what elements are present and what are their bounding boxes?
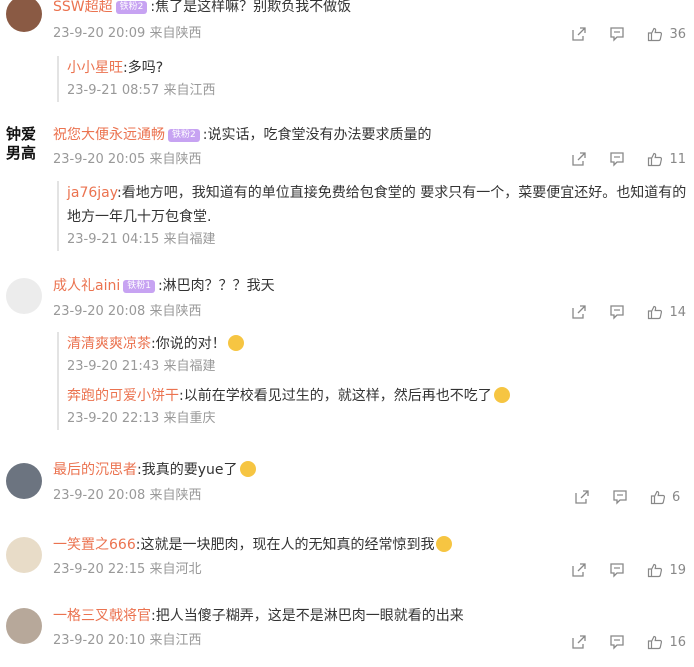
avatar[interactable] [6, 0, 42, 32]
commenter-name[interactable]: 最后的沉思者 [53, 462, 137, 478]
share-icon[interactable] [571, 562, 587, 578]
comment-icon[interactable] [609, 26, 625, 42]
reply-text: :以前在学校看见过生的，就这样，然后再也不吃了 [179, 388, 492, 404]
like-count: 14 [669, 304, 686, 320]
comment-actions: 36 [549, 24, 686, 44]
reply-list: 清清爽爽凉茶:你说的对！ 23-9-20 21:43 来自福建 奔跑的可爱小饼干… [57, 332, 687, 430]
comment-text: :焦了是这样嘛？别欺负我不做饭 [150, 0, 352, 15]
crying-laughing-emoji-icon [493, 387, 510, 403]
commenter-name[interactable]: 一笑置之666 [53, 537, 136, 553]
comment-icon[interactable] [609, 562, 625, 578]
comment-text: :这就是一块肥肉，现在人的无知真的经常惊到我 [135, 537, 435, 553]
comment-actions: 11 [549, 149, 686, 169]
thumb-up-icon[interactable] [647, 634, 663, 650]
thumb-up-icon[interactable] [650, 489, 666, 505]
reply-text: :多吗? [123, 60, 164, 76]
comment-meta: 23-9-20 20:10 来自江西 [53, 633, 202, 648]
reply-item: 小小星旺:多吗? 23-9-21 08:57 来自江西 [67, 56, 687, 102]
fan-badge: 铁粉2 [115, 1, 148, 14]
reply-author[interactable]: 清清爽爽凉茶 [67, 336, 151, 352]
comment-actions: 14 [549, 302, 686, 322]
avatar[interactable] [6, 278, 42, 314]
reply-item: ja76jay:看地方吧，我知道有的单位直接免费给包食堂的 要求只有一个，菜要便… [67, 181, 687, 251]
like-count: 6 [672, 489, 681, 505]
avatar[interactable] [6, 463, 42, 499]
comment-text: :说实话，吃食堂没有办法要求质量的 [202, 127, 432, 143]
comment-actions: 6 [552, 487, 686, 507]
comment-icon[interactable] [609, 634, 625, 650]
reply-item: 奔跑的可爱小饼干:以前在学校看见过生的，就这样，然后再也不吃了 23-9-20 … [67, 384, 687, 430]
thumb-up-icon[interactable] [647, 151, 663, 167]
reply-meta: 23-9-20 21:43 来自福建 [67, 359, 216, 374]
reply-meta: 23-9-20 22:13 来自重庆 [67, 411, 216, 426]
comment-text: :淋巴肉？？？我天 [157, 278, 275, 294]
commenter-name[interactable]: 一格三叉戟将官 [53, 608, 151, 624]
comment-meta: 23-9-20 22:15 来自河北 [53, 562, 202, 577]
reply-author[interactable]: 奔跑的可爱小饼干 [67, 388, 179, 404]
comment-meta: 23-9-20 20:09 来自陕西 [53, 26, 202, 41]
avatar[interactable] [6, 537, 42, 573]
like-count: 16 [669, 634, 686, 650]
fan-badge: 铁粉1 [123, 280, 155, 293]
thumbs-up-emoji-icon [227, 335, 244, 351]
avatar[interactable] [6, 608, 42, 644]
comment-icon[interactable] [609, 151, 625, 167]
share-icon[interactable] [571, 26, 587, 42]
like-count: 19 [669, 562, 686, 578]
like-count: 11 [669, 151, 686, 167]
comment-actions: 19 [549, 560, 686, 580]
thumb-up-icon[interactable] [647, 562, 663, 578]
comment-text: :我真的要yue了 [137, 462, 238, 478]
reply-list: ja76jay:看地方吧，我知道有的单位直接免费给包食堂的 要求只有一个，菜要便… [57, 181, 687, 251]
comment-text: :把人当傻子糊弄，这是不是淋巴肉一眼就看的出来 [151, 608, 464, 624]
reply-author[interactable]: ja76jay [67, 185, 117, 201]
reply-author[interactable]: 小小星旺 [67, 60, 123, 76]
commenter-name[interactable]: SSW超超 [53, 0, 113, 15]
reply-item: 清清爽爽凉茶:你说的对！ 23-9-20 21:43 来自福建 [67, 332, 687, 378]
crying-emoji-icon [239, 461, 256, 477]
thumb-up-icon[interactable] [647, 26, 663, 42]
thumb-up-icon[interactable] [647, 304, 663, 320]
comment-icon[interactable] [612, 489, 628, 505]
share-icon[interactable] [571, 304, 587, 320]
fan-badge: 铁粉2 [168, 129, 200, 142]
reply-meta: 23-9-21 04:15 来自福建 [67, 232, 216, 247]
reply-text: :看地方吧，我知道有的单位直接免费给包食堂的 要求只有一个，菜要便宜还好。也知道… [67, 185, 687, 225]
comment-actions: 16 [549, 632, 686, 652]
share-icon[interactable] [571, 151, 587, 167]
comment-meta: 23-9-20 20:08 来自陕西 [53, 304, 202, 319]
like-count: 36 [669, 26, 686, 42]
thumbs-up-emoji-icon [436, 536, 453, 552]
avatar[interactable]: 钟爱男高 [6, 125, 46, 165]
comment-meta: 23-9-20 20:05 来自陕西 [53, 152, 202, 167]
reply-list: 小小星旺:多吗? 23-9-21 08:57 来自江西 [57, 56, 687, 102]
share-icon[interactable] [574, 489, 590, 505]
comment-meta: 23-9-20 20:08 来自陕西 [53, 488, 202, 503]
commenter-name[interactable]: 成人礼aini [53, 278, 120, 294]
commenter-name[interactable]: 祝您大便永远通畅 [53, 127, 165, 143]
reply-text: :你说的对！ [151, 336, 226, 352]
share-icon[interactable] [571, 634, 587, 650]
comment-icon[interactable] [609, 304, 625, 320]
reply-meta: 23-9-21 08:57 来自江西 [67, 83, 216, 98]
